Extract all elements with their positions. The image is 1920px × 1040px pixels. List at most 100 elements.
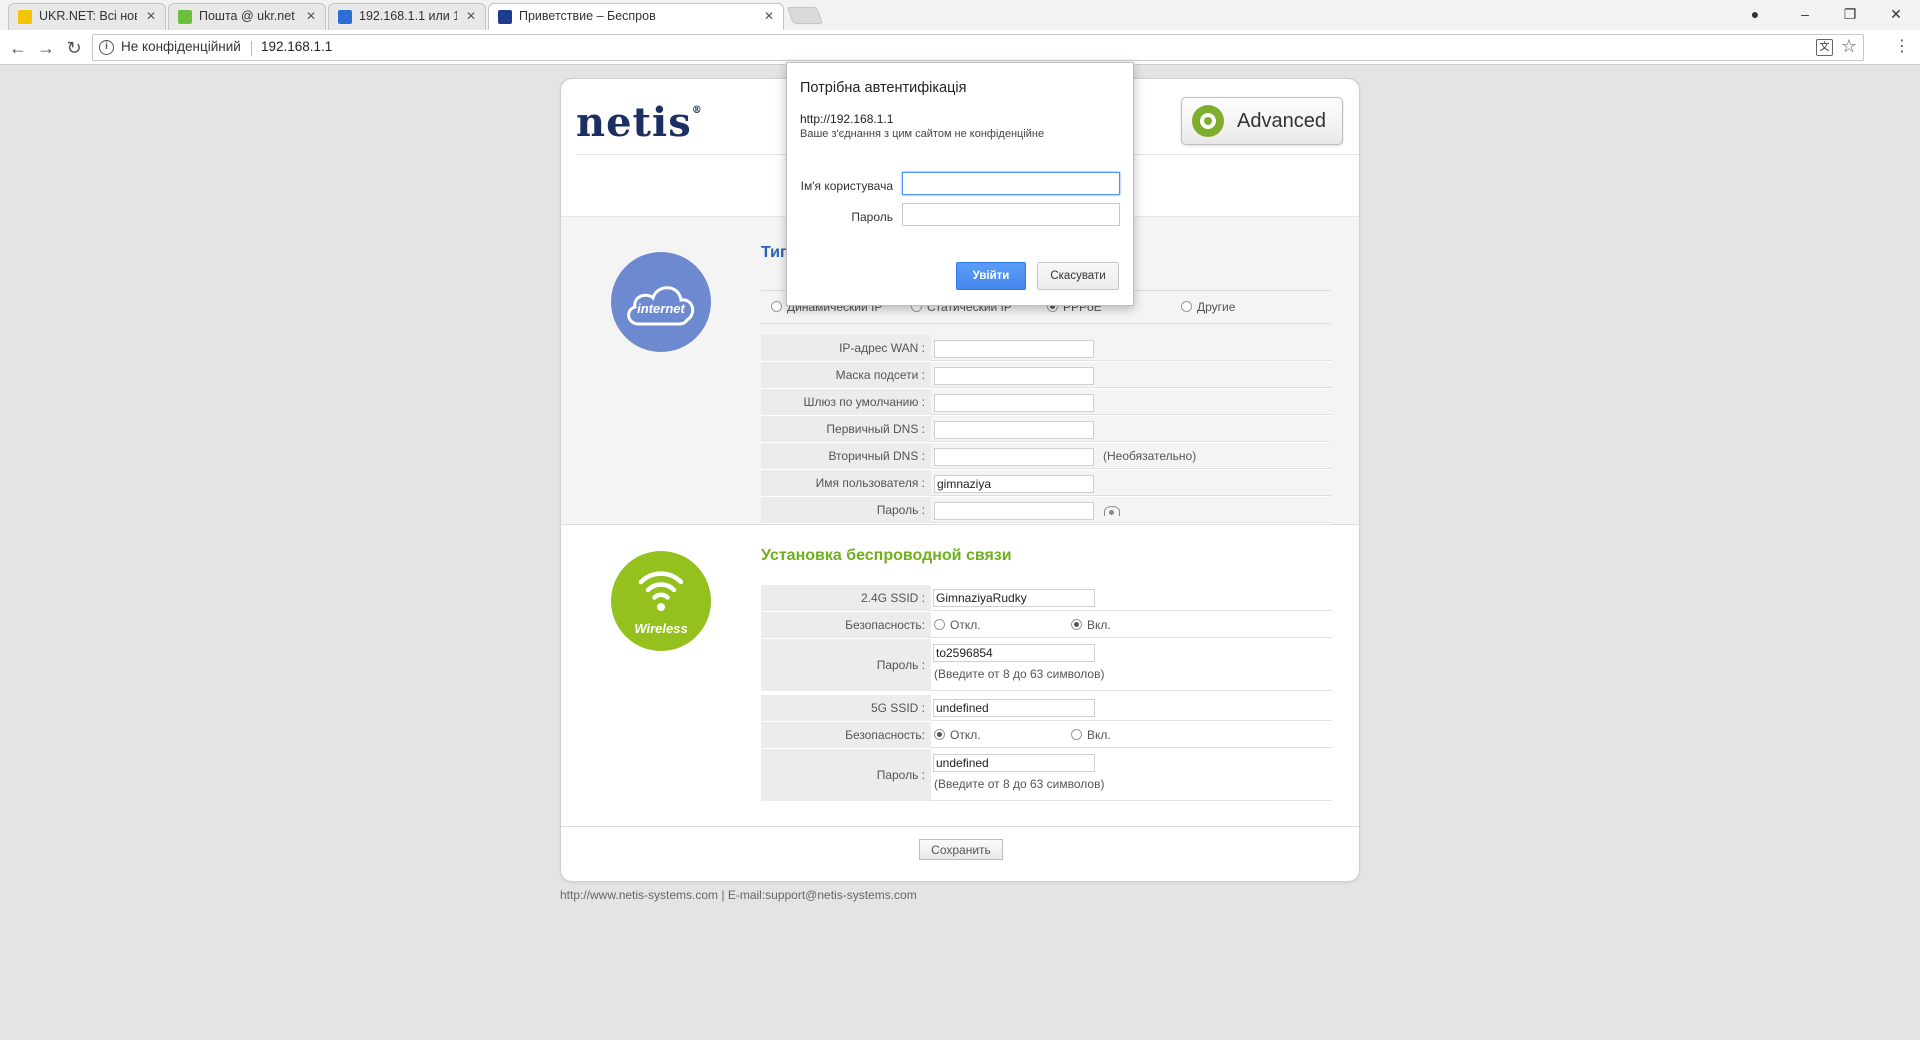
gear-icon <box>1192 105 1224 137</box>
field-cell <box>931 470 1331 496</box>
tab-title: 192.168.1.1 или 192.168 <box>359 9 457 23</box>
pppoe-password-input[interactable] <box>934 502 1094 520</box>
browser-tab-mail[interactable]: Пошта @ ukr.net - украї ✕ <box>168 3 326 30</box>
password-label: Пароль <box>851 210 893 224</box>
field-cell: Откл. Вкл. <box>931 612 1331 638</box>
forward-icon[interactable]: → <box>34 36 58 60</box>
security-indicator[interactable]: Не конфіденційний <box>121 39 241 54</box>
password5-row: Пароль : (Введите от 8 до 63 символов) <box>761 749 1331 802</box>
ukrnet-favicon-icon <box>18 10 32 24</box>
radio-circle[interactable] <box>1181 301 1192 312</box>
username-label: Ім'я користувача <box>800 179 893 193</box>
field-label: Безопасность: <box>761 612 931 638</box>
wan-settings-table: IP-адрес WAN : Маска подсети : Шлюз по у… <box>761 335 1331 524</box>
cancel-button[interactable]: Скасувати <box>1037 262 1119 290</box>
gateway-input[interactable] <box>934 394 1094 412</box>
profile-icon[interactable]: ● <box>1745 4 1765 24</box>
close-icon[interactable]: ✕ <box>306 4 316 29</box>
primary-dns-row: Первичный DNS : <box>761 416 1331 443</box>
footer-divider <box>561 826 1359 827</box>
ssid5-input[interactable] <box>933 699 1095 717</box>
info-icon[interactable]: i <box>99 40 114 55</box>
wireless-icon-label: Wireless <box>634 621 688 636</box>
field-label: 5G SSID : <box>761 695 931 721</box>
login-button[interactable]: Увійти <box>956 262 1026 290</box>
auth-dialog: Потрібна автентифікація http://192.168.1… <box>786 62 1134 306</box>
wan-ip-row: IP-адрес WAN : <box>761 335 1331 362</box>
field-label: Маска подсети : <box>761 362 931 388</box>
primary-dns-input[interactable] <box>934 421 1094 439</box>
address-bar[interactable]: i Не конфіденційний 192.168.1.1 文 ☆ <box>92 34 1864 61</box>
field-label: IP-адрес WAN : <box>761 335 931 361</box>
field-cell <box>931 335 1331 361</box>
security24-off-radio[interactable]: Откл. <box>934 618 981 632</box>
advanced-button[interactable]: Advanced <box>1181 97 1343 145</box>
ssid24-input[interactable] <box>933 589 1095 607</box>
radio-other[interactable]: Другие <box>1181 300 1235 314</box>
ssid5-row: 5G SSID : <box>761 695 1331 722</box>
field-cell: (Введите от 8 до 63 символов) <box>931 639 1331 691</box>
mail-favicon-icon <box>178 10 192 24</box>
security5-on-radio[interactable]: Вкл. <box>1071 728 1111 742</box>
tab-title: Приветствие – Беспров <box>519 9 656 23</box>
field-label: Шлюз по умолчанию : <box>761 389 931 415</box>
secondary-dns-input[interactable] <box>934 448 1094 466</box>
maximize-button[interactable]: ❐ <box>1840 4 1860 24</box>
tab-title: Пошта @ ukr.net - украї <box>199 9 297 23</box>
password-length-hint: (Введите от 8 до 63 символов) <box>934 667 1105 681</box>
radio-circle[interactable] <box>1071 729 1082 740</box>
radio-circle[interactable] <box>771 301 782 312</box>
wifi-icon: Wireless <box>611 551 711 651</box>
browser-tab-search[interactable]: 192.168.1.1 или 192.168 ✕ <box>328 3 486 30</box>
translate-icon[interactable]: 文 <box>1816 39 1833 56</box>
browser-toolbar: ← → ↻ i Не конфіденційний 192.168.1.1 文 … <box>0 30 1920 65</box>
field-label: Первичный DNS : <box>761 416 931 442</box>
password-input[interactable] <box>902 203 1120 226</box>
security24-on-radio[interactable]: Вкл. <box>1071 618 1111 632</box>
new-tab-button[interactable] <box>786 7 824 24</box>
close-icon[interactable]: ✕ <box>764 4 774 29</box>
netis-favicon-icon <box>498 10 512 24</box>
field-cell: Откл. Вкл. <box>931 722 1331 748</box>
close-icon[interactable]: ✕ <box>466 4 476 29</box>
auth-dialog-url: http://192.168.1.1 <box>800 112 894 126</box>
browser-tab-ukrnet[interactable]: UKR.NET: Всі новини Укр ✕ <box>8 3 166 30</box>
wireless-section: Wireless Установка беспроводной связи 2.… <box>561 526 1359 826</box>
optional-hint: (Необязательно) <box>1103 449 1197 463</box>
advanced-label: Advanced <box>1237 110 1326 132</box>
radio-circle[interactable] <box>934 729 945 740</box>
field-cell <box>931 695 1331 721</box>
field-label: Вторичный DNS : <box>761 443 931 469</box>
password-length-hint: (Введите от 8 до 63 символов) <box>934 777 1105 791</box>
bookmark-star-icon[interactable]: ☆ <box>1841 36 1857 57</box>
browser-tab-active[interactable]: Приветствие – Беспров ✕ <box>488 3 784 31</box>
password-row: Пароль : <box>761 497 1331 524</box>
wan-ip-input[interactable] <box>934 340 1094 358</box>
back-icon[interactable]: ← <box>6 36 30 60</box>
close-icon[interactable]: ✕ <box>146 4 156 29</box>
password5-input[interactable] <box>933 754 1095 772</box>
field-label: Пароль : <box>761 749 931 801</box>
radio-label: Вкл. <box>1087 618 1111 632</box>
tab-strip: UKR.NET: Всі новини Укр ✕ Пошта @ ukr.ne… <box>0 0 1920 31</box>
save-button[interactable]: Сохранить <box>919 839 1003 860</box>
security24-row: Безопасность: Откл. Вкл. <box>761 612 1331 639</box>
close-window-button[interactable]: ✕ <box>1886 4 1906 24</box>
field-label: Пароль : <box>761 497 931 523</box>
security5-off-radio[interactable]: Откл. <box>934 728 981 742</box>
username-input[interactable] <box>902 172 1120 195</box>
pppoe-username-input[interactable] <box>934 475 1094 493</box>
show-password-icon[interactable] <box>1104 506 1120 516</box>
minimize-button[interactable]: – <box>1795 4 1815 24</box>
menu-icon[interactable]: ⋮ <box>1894 37 1910 57</box>
radio-circle[interactable] <box>1071 619 1082 630</box>
wireless-settings-table: 2.4G SSID : Безопасность: Откл. Вкл. Пар… <box>761 585 1331 802</box>
username-row: Имя пользователя : <box>761 470 1331 497</box>
field-cell <box>931 497 1331 523</box>
netis-logo: netis® <box>576 99 703 146</box>
url-text[interactable]: 192.168.1.1 <box>261 39 332 54</box>
subnet-mask-input[interactable] <box>934 367 1094 385</box>
password24-input[interactable] <box>933 644 1095 662</box>
radio-circle[interactable] <box>934 619 945 630</box>
reload-icon[interactable]: ↻ <box>62 36 86 60</box>
